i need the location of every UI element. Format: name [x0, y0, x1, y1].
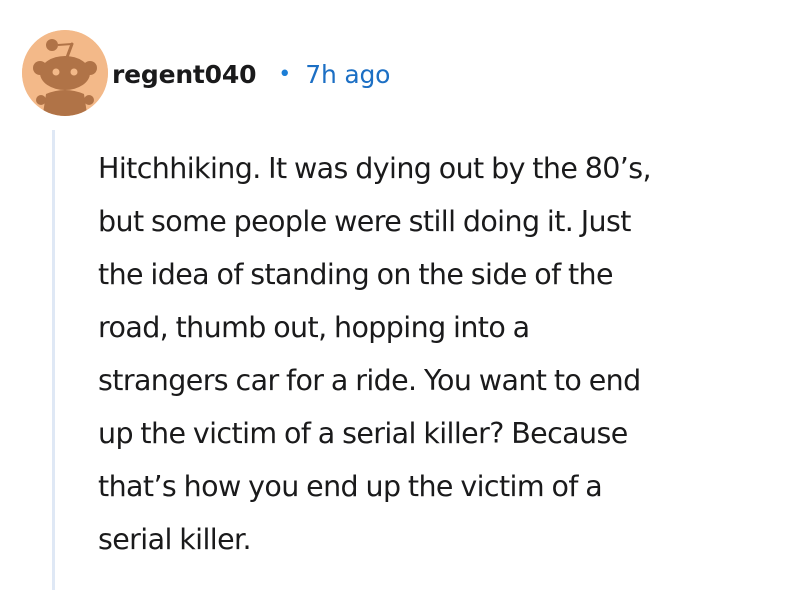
comment-body-line: road, thumb out, hopping into a [98, 311, 530, 344]
comment-body-line: but some people were still doing it. Jus… [98, 205, 631, 238]
thread-collapse-line[interactable] [52, 130, 55, 590]
comment-body-line: strangers car for a ride. You want to en… [98, 364, 641, 397]
comment-body-line: the idea of standing on the side of the [98, 258, 614, 291]
comment-body: Hitchhiking. It was dying out by the 80’… [98, 142, 788, 566]
comment-body-line: serial killer. [98, 523, 252, 556]
avatar[interactable] [22, 30, 108, 116]
reddit-snoo-avatar-icon [22, 30, 108, 116]
comment-meta: regent040 • 7h ago [112, 56, 390, 92]
meta-separator: • [278, 61, 292, 87]
comment: regent040 • 7h ago Hitchhiking. It was d… [0, 0, 800, 590]
username-link[interactable]: regent040 [112, 60, 256, 89]
timestamp-link[interactable]: 7h ago [305, 60, 390, 89]
comment-body-line: that’s how you end up the victim of a [98, 470, 603, 503]
comment-body-line: up the victim of a serial killer? Becaus… [98, 417, 628, 450]
comment-body-line: Hitchhiking. It was dying out by the 80’… [98, 152, 652, 185]
